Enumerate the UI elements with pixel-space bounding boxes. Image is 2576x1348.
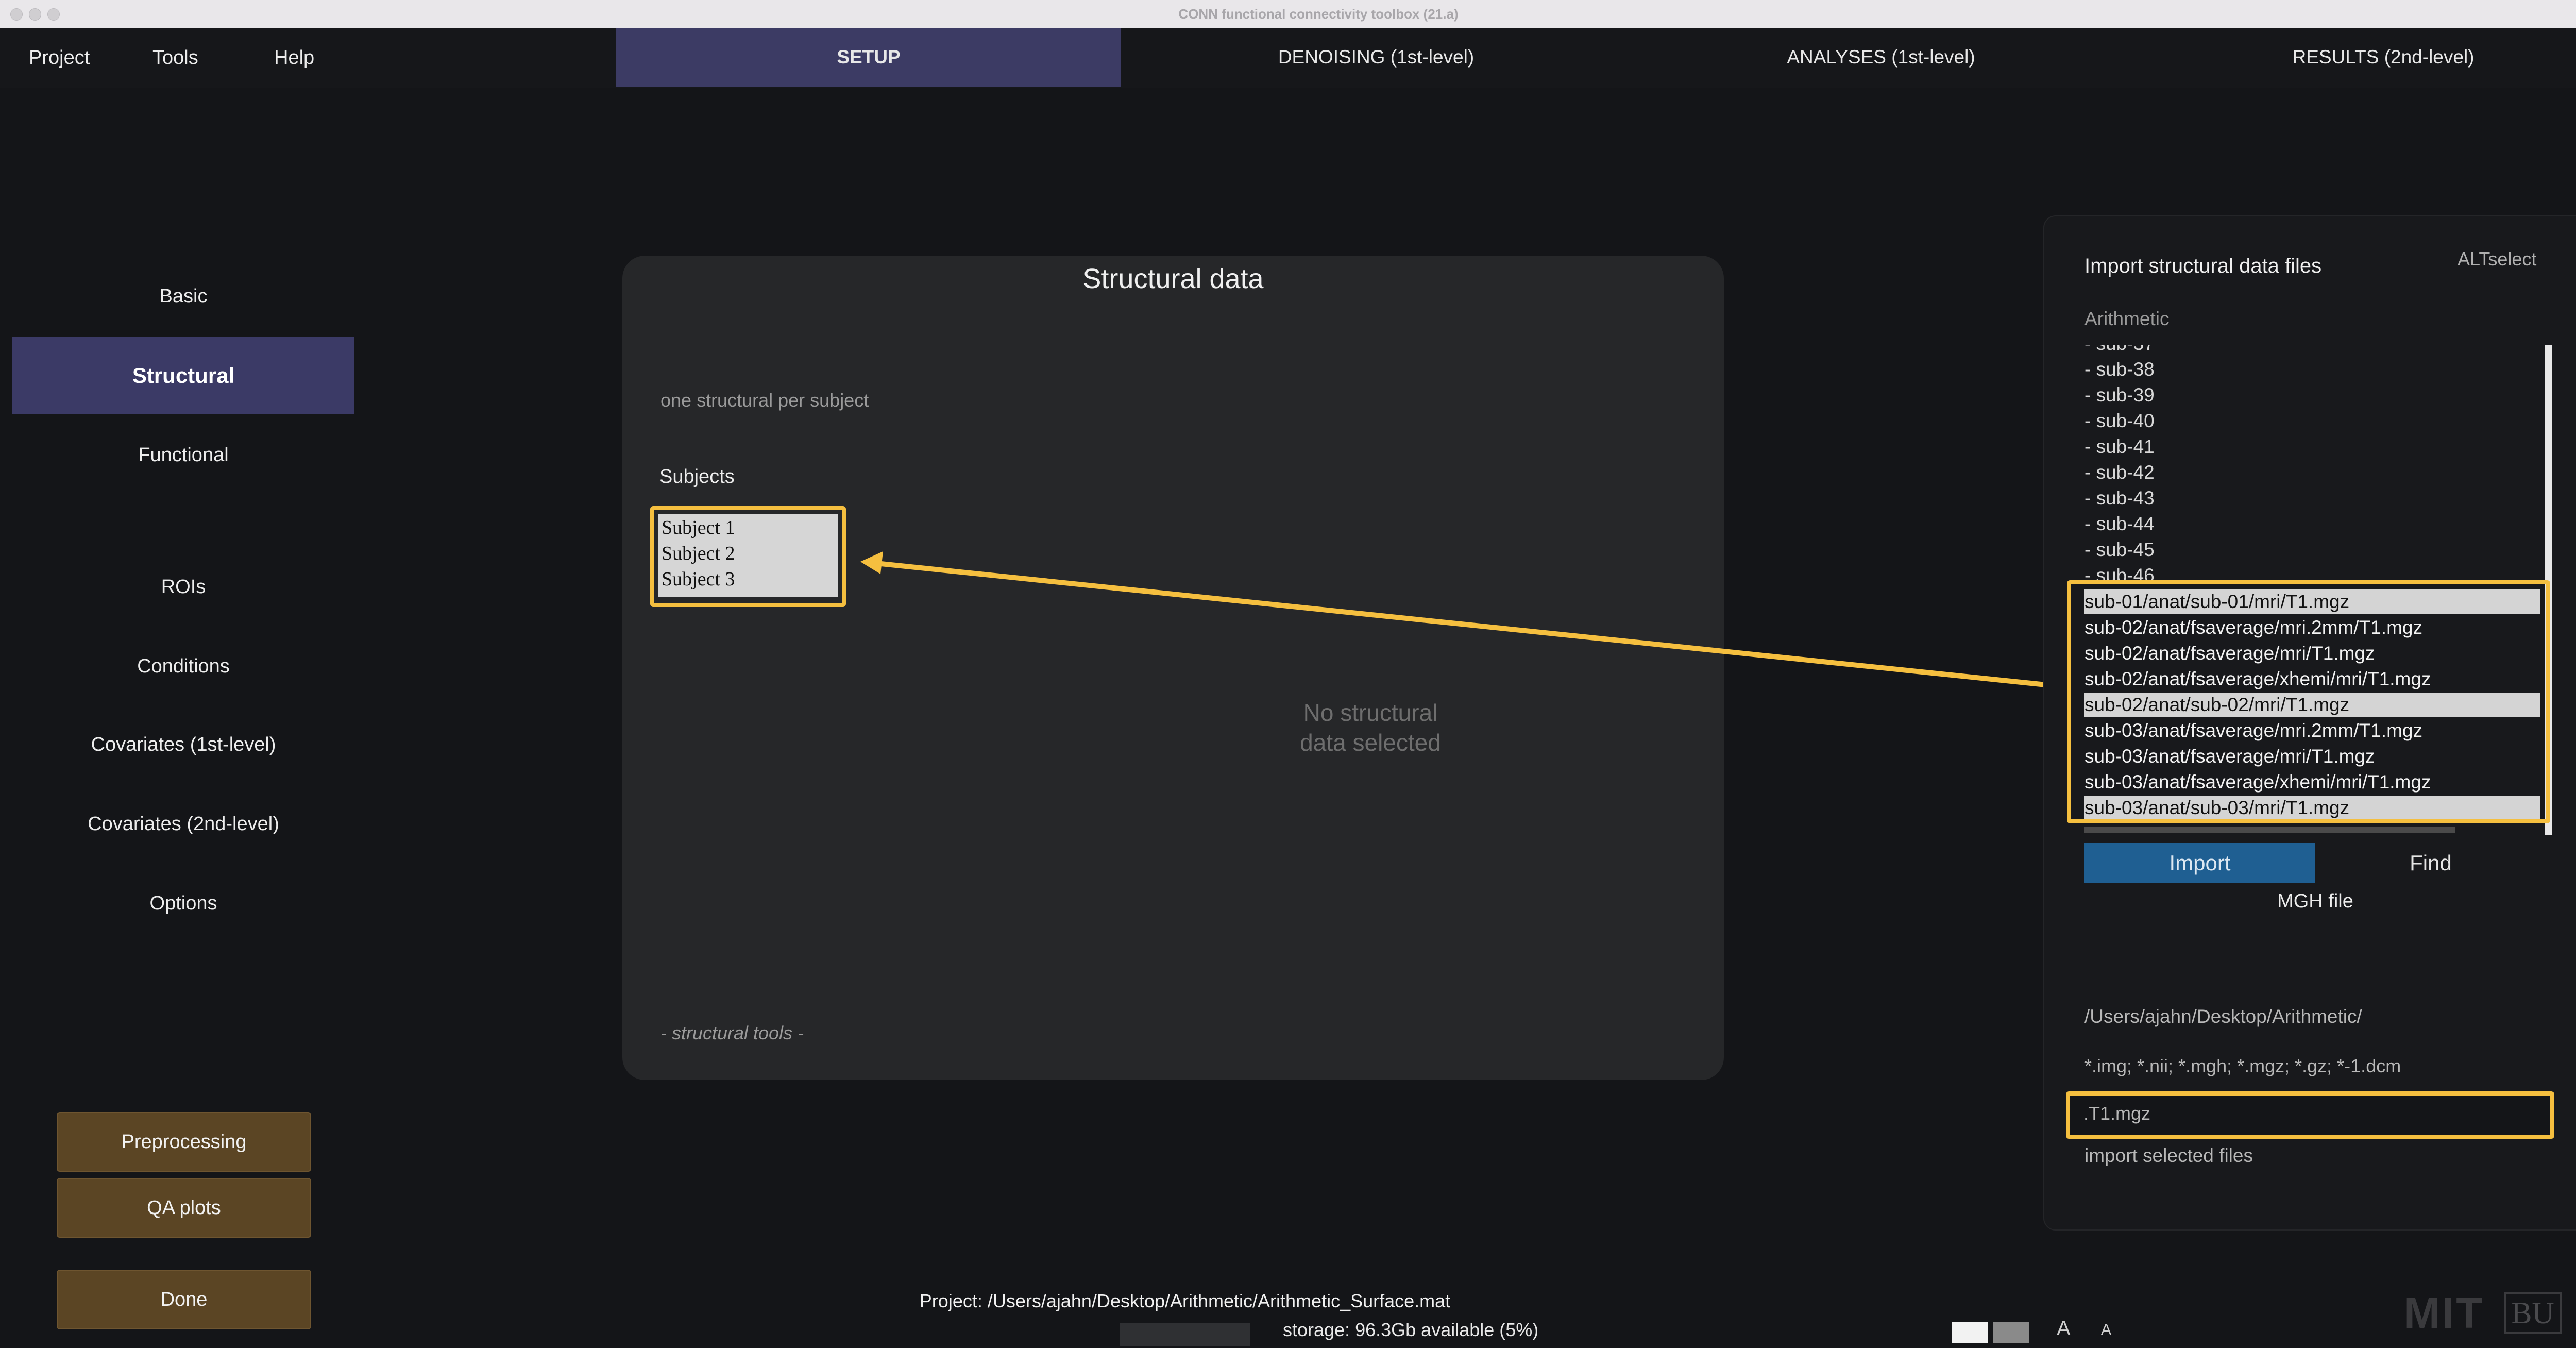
storage-bar xyxy=(1120,1323,1250,1346)
font-size-increase[interactable]: A xyxy=(2057,1317,2071,1340)
find-button[interactable]: Find xyxy=(2315,843,2546,883)
folder-item[interactable]: - sub-37 xyxy=(2084,345,2155,355)
theme-gray-swatch[interactable] xyxy=(1993,1322,2029,1343)
font-size-decrease[interactable]: A xyxy=(2101,1321,2111,1339)
folder-item[interactable]: - sub-40 xyxy=(2084,410,2155,432)
filter-input[interactable]: .T1.mgz xyxy=(2083,1103,2537,1124)
folder-item[interactable]: - sub-39 xyxy=(2084,384,2155,406)
import-selected-files-button[interactable]: import selected files xyxy=(2084,1145,2253,1167)
bu-logo: BU xyxy=(2504,1292,2562,1334)
horizontal-scrollbar[interactable] xyxy=(2084,827,2455,833)
project-path: Project: /Users/ajahn/Desktop/Arithmetic… xyxy=(919,1290,1451,1311)
files-highlight-box xyxy=(2067,580,2550,823)
folder-item[interactable]: - sub-44 xyxy=(2084,513,2155,535)
folder-item[interactable]: - sub-41 xyxy=(2084,436,2155,458)
import-panel-title: Import structural data files xyxy=(2084,255,2322,277)
theme-light-swatch[interactable] xyxy=(1952,1322,1988,1343)
folder-item[interactable]: - sub-43 xyxy=(2084,487,2155,509)
file-filters[interactable]: *.img; *.nii; *.mgh; *.mgz; *.gz; *-1.dc… xyxy=(2084,1055,2401,1077)
altselect-label: ALTselect xyxy=(2458,248,2537,269)
current-folder-label: Arithmetic xyxy=(2084,308,2170,329)
import-button[interactable]: Import xyxy=(2084,843,2315,883)
file-type-select[interactable]: MGH file xyxy=(2084,890,2546,913)
folder-item[interactable]: - sub-45 xyxy=(2084,539,2155,561)
mit-logo: MIT xyxy=(2404,1289,2485,1337)
folder-item[interactable]: - sub-38 xyxy=(2084,359,2155,380)
storage-info: storage: 96.3Gb available (5%) xyxy=(1283,1319,1539,1340)
current-path[interactable]: /Users/ajahn/Desktop/Arithmetic/ xyxy=(2084,1006,2362,1027)
folder-item[interactable]: - sub-42 xyxy=(2084,462,2155,483)
